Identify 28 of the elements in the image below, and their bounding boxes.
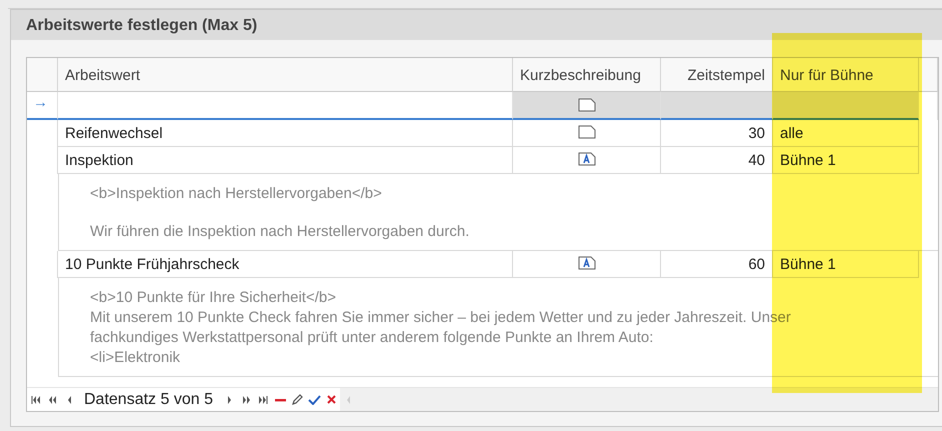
save-icon [308, 394, 321, 404]
input-field[interactable] [58, 92, 513, 120]
next-record-icon [226, 396, 232, 404]
previous-record-icon [67, 396, 72, 404]
description-text: <li>Elektronik [90, 348, 182, 368]
column-header[interactable]: Zeitstempel [661, 58, 773, 92]
description-text: fachkundiges Werkstattpersonal prüft unter anderem folgende Punkte an Ihrem Auto: [90, 328, 654, 348]
first-record-icon [30, 396, 40, 404]
last-record-icon [258, 396, 268, 404]
new-row-indicator: → [27, 92, 58, 120]
table-cell: Reifenwechsel [58, 120, 513, 147]
next-page-icon [242, 396, 251, 404]
panel-title: Arbeitswerte festlegen (Max 5) [11, 10, 942, 40]
edit-icon [292, 394, 303, 405]
column-header[interactable]: Arbeitswert [58, 58, 513, 92]
new-row-cell[interactable] [661, 92, 773, 120]
table-cell: Inspektion [58, 147, 513, 174]
record-counter: Datensatz 5 von 5 [84, 390, 213, 410]
table-cell: 10 Punkte Frühjahrscheck [58, 251, 513, 278]
description-text: Wir führen die Inspektion nach Herstellervorgaben durch. [90, 222, 470, 242]
note-icon [578, 98, 596, 112]
description-text: <b>10 Punkte für Ihre Sicherheit</b> [90, 288, 337, 308]
new-row-cell[interactable] [513, 92, 661, 120]
description-text: <b>Inspektion nach Herstellervorgaben</b> [90, 184, 383, 204]
delete-icon [274, 398, 286, 402]
column-header[interactable]: Kurzbeschreibung [513, 58, 661, 92]
cancel-icon [326, 395, 336, 404]
previous-page-icon [48, 396, 57, 404]
